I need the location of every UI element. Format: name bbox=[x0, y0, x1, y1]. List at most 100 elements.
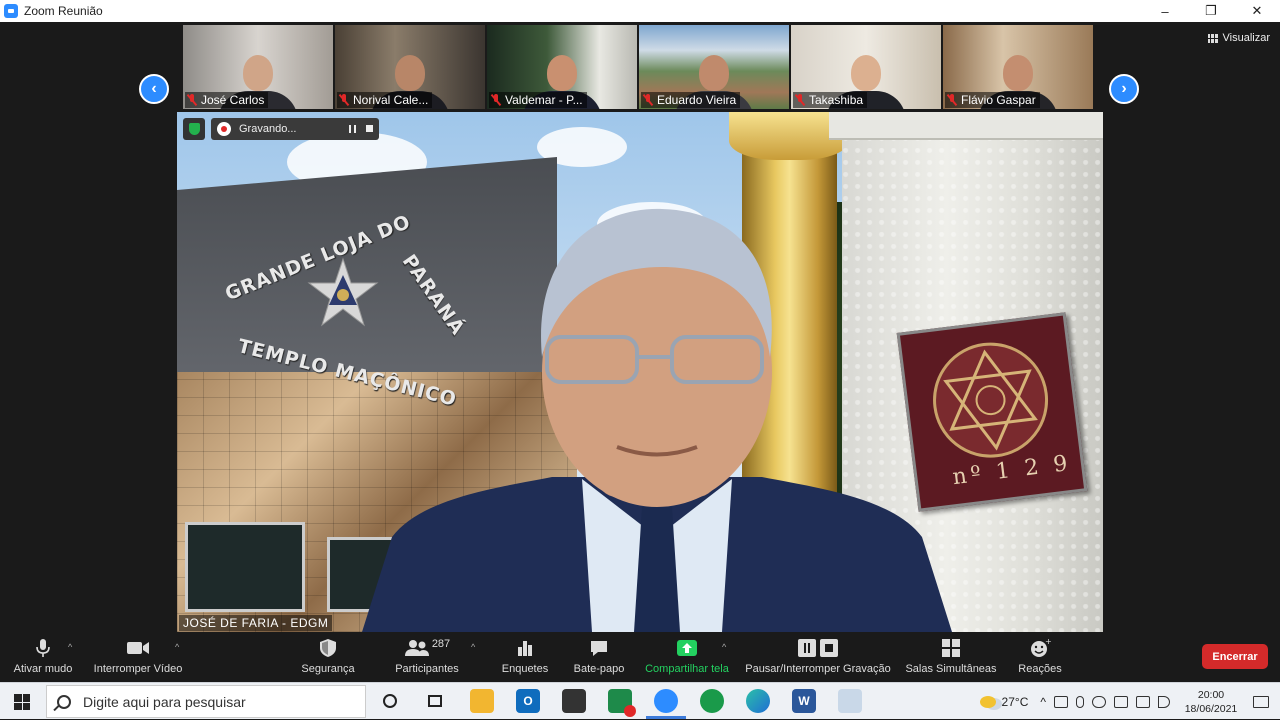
breakout-rooms-button[interactable]: Salas Simultâneas bbox=[904, 634, 998, 682]
close-button[interactable]: ✕ bbox=[1234, 0, 1280, 22]
taskbar-search-box[interactable]: Digite aqui para pesquisar bbox=[46, 685, 366, 718]
polls-button[interactable]: Enquetes bbox=[498, 634, 552, 682]
participant-tile[interactable]: Eduardo Vieira bbox=[639, 25, 789, 109]
outlook-icon[interactable]: O bbox=[516, 689, 540, 713]
reactions-button[interactable]: + Reações bbox=[1016, 634, 1064, 682]
restore-button[interactable]: ❐ bbox=[1188, 0, 1234, 22]
participant-name: Eduardo Vieira bbox=[657, 93, 737, 107]
recording-indicator: Gravando... bbox=[211, 118, 379, 140]
participant-name: Norival Cale... bbox=[353, 93, 429, 107]
system-tray: 27°C ^ 20:00 18/06/2021 bbox=[979, 683, 1280, 720]
edge-browser-icon[interactable] bbox=[746, 689, 770, 713]
muted-mic-icon bbox=[643, 94, 653, 106]
task-view-icon[interactable] bbox=[423, 689, 447, 713]
window-title: Zoom Reunião bbox=[24, 4, 103, 18]
hangouts-icon[interactable] bbox=[700, 689, 724, 713]
view-mode-button[interactable]: Visualizar bbox=[1207, 32, 1270, 44]
participant-name: Valdemar - P... bbox=[505, 93, 583, 107]
stop-video-button[interactable]: Interromper Vídeo bbox=[92, 634, 184, 682]
whatsapp-notification-icon[interactable] bbox=[608, 689, 636, 717]
participant-count: 287 bbox=[431, 638, 451, 650]
recording-label: Gravando... bbox=[239, 123, 297, 135]
encryption-shield-icon[interactable] bbox=[183, 118, 205, 140]
microphone-icon bbox=[36, 639, 50, 657]
clock-time: 20:00 bbox=[1197, 688, 1225, 701]
record-dot-icon bbox=[217, 122, 231, 136]
security-button[interactable]: Segurança bbox=[299, 634, 357, 682]
pause-recording-button[interactable] bbox=[349, 125, 356, 133]
clock[interactable]: 20:00 18/06/2021 bbox=[1180, 688, 1242, 716]
chevron-right-icon: › bbox=[1121, 80, 1127, 97]
file-explorer-icon[interactable] bbox=[470, 689, 494, 713]
participant-name: José Carlos bbox=[201, 93, 265, 107]
windows-taskbar: Digite aqui para pesquisar O W 27°C ^ 20… bbox=[0, 682, 1280, 719]
search-placeholder: Digite aqui para pesquisar bbox=[83, 693, 246, 710]
polls-icon bbox=[518, 641, 532, 656]
video-options-caret-icon[interactable]: ^ bbox=[175, 642, 179, 652]
pause-stop-icon bbox=[798, 639, 838, 657]
weather-icon bbox=[979, 695, 996, 708]
network-icon[interactable] bbox=[1136, 695, 1150, 708]
stop-recording-button[interactable] bbox=[366, 125, 373, 132]
active-speaker-video[interactable]: GRANDE LOJA DO PARANÁ TEMPLO MAÇÔNICO nº… bbox=[177, 112, 1103, 632]
chat-label: Bate-papo bbox=[573, 663, 625, 675]
search-icon bbox=[57, 694, 71, 709]
recording-bar: Gravando... bbox=[183, 118, 379, 140]
battery-icon[interactable] bbox=[1114, 695, 1128, 708]
cortana-icon[interactable] bbox=[378, 689, 402, 713]
audio-options-caret-icon[interactable]: ^ bbox=[68, 642, 72, 652]
muted-mic-icon bbox=[947, 94, 957, 106]
participant-tile[interactable]: José Carlos bbox=[183, 25, 333, 109]
pause-stop-recording-button[interactable]: Pausar/Interromper Gravação bbox=[743, 634, 893, 682]
zoom-app-icon bbox=[4, 4, 18, 18]
previous-page-button[interactable]: ‹ bbox=[139, 74, 169, 104]
title-bar: Zoom Reunião – ❐ ✕ bbox=[0, 0, 1280, 22]
shield-icon bbox=[320, 639, 336, 657]
microphone-tray-icon[interactable] bbox=[1076, 695, 1084, 708]
zoom-taskbar-icon[interactable] bbox=[646, 689, 686, 719]
svg-text:+: + bbox=[1045, 638, 1051, 646]
show-hidden-icons-icon[interactable]: ^ bbox=[1040, 695, 1046, 709]
word-icon[interactable]: W bbox=[792, 689, 816, 713]
meeting-area: ‹ › Visualizar José Carlos Norival Cale.… bbox=[0, 22, 1280, 634]
onedrive-icon[interactable] bbox=[1092, 695, 1106, 708]
paint-icon[interactable] bbox=[838, 689, 862, 713]
participant-strip: José Carlos Norival Cale... Valdemar - P… bbox=[183, 25, 1093, 109]
breakout-rooms-label: Salas Simultâneas bbox=[905, 663, 997, 675]
weather-widget[interactable]: 27°C bbox=[979, 695, 1028, 709]
muted-mic-icon bbox=[339, 94, 349, 106]
end-meeting-button[interactable]: Encerrar bbox=[1202, 644, 1268, 669]
video-camera-icon bbox=[127, 642, 149, 654]
security-label: Segurança bbox=[301, 663, 355, 675]
chat-button[interactable]: Bate-papo bbox=[568, 634, 630, 682]
mute-label: Ativar mudo bbox=[13, 663, 73, 675]
reactions-label: Reações bbox=[1018, 663, 1062, 675]
windows-start-icon[interactable] bbox=[14, 694, 30, 710]
participant-name: Takashiba bbox=[809, 93, 864, 107]
chat-icon bbox=[591, 641, 607, 656]
participant-tile[interactable]: Flávio Gaspar bbox=[943, 25, 1093, 109]
volume-icon[interactable] bbox=[1158, 695, 1170, 708]
reaction-smiley-icon: + bbox=[1031, 638, 1051, 657]
mute-button[interactable]: Ativar mudo bbox=[10, 634, 76, 682]
share-screen-button[interactable]: Compartilhar tela bbox=[642, 634, 732, 682]
muted-mic-icon bbox=[187, 94, 197, 106]
store-icon[interactable] bbox=[562, 689, 586, 713]
next-page-button[interactable]: › bbox=[1109, 74, 1139, 104]
participants-button[interactable]: 287 Participantes bbox=[391, 634, 463, 682]
minimize-button[interactable]: – bbox=[1142, 0, 1188, 22]
breakout-rooms-icon bbox=[942, 639, 960, 657]
participants-icon bbox=[404, 640, 429, 656]
participants-caret-icon[interactable]: ^ bbox=[471, 642, 475, 652]
participant-tile[interactable]: Norival Cale... bbox=[335, 25, 485, 109]
participant-tile[interactable]: Valdemar - P... bbox=[487, 25, 637, 109]
share-screen-icon bbox=[677, 640, 697, 656]
share-options-caret-icon[interactable]: ^ bbox=[722, 642, 726, 652]
meet-now-icon[interactable] bbox=[1054, 695, 1068, 708]
grid-view-icon bbox=[1207, 33, 1218, 43]
clock-date: 18/06/2021 bbox=[1184, 702, 1238, 715]
participant-tile[interactable]: Takashiba bbox=[791, 25, 941, 109]
muted-mic-icon bbox=[491, 94, 501, 106]
video-label: Interromper Vídeo bbox=[93, 663, 183, 675]
notification-center-icon[interactable] bbox=[1242, 683, 1280, 720]
